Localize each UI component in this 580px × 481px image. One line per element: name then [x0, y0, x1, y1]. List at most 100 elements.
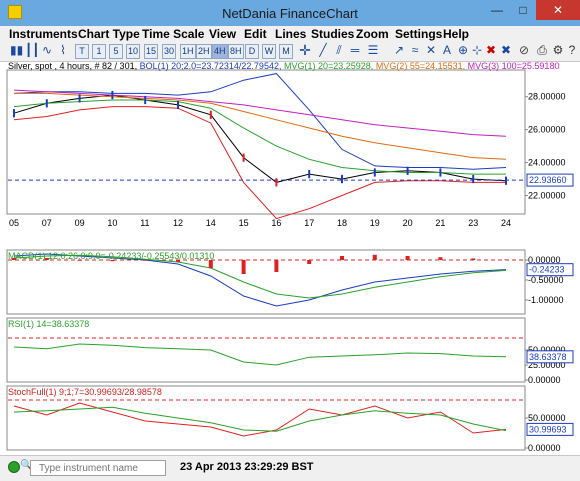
y-tick-label: -0.50000 [528, 275, 564, 285]
y-tick-label: 0.00000 [528, 375, 561, 385]
x-tick-label: 20 [403, 218, 413, 228]
x-tick-label: 09 [75, 218, 85, 228]
timescale-4h-button[interactable]: 4H [212, 44, 228, 59]
y-tick-label: -1.00000 [528, 295, 564, 305]
price-pane-label: Silver, spot , 4 hours, # 82 / 301, BOL(… [8, 61, 559, 71]
erase-icon[interactable]: ⊘ [517, 44, 531, 59]
crosshair-icon[interactable]: ✛ [298, 43, 312, 59]
close-button[interactable]: ✕ [536, 0, 580, 20]
instrument-search-input[interactable] [30, 460, 166, 476]
maximize-button[interactable]: □ [510, 0, 536, 20]
menu-view[interactable]: View [209, 27, 236, 41]
area-chart-icon[interactable]: ⌇ [56, 44, 70, 59]
mvg1-label: MVG(1) 20=23.25928, [283, 61, 374, 71]
print-icon[interactable]: ⎙ [535, 44, 549, 59]
current-value-label: 22.93660 [529, 175, 567, 185]
status-bar: 🔍 23 Apr 2013 23:29:29 BST [0, 455, 580, 481]
timescale-tick-button[interactable]: T [75, 44, 89, 59]
timescale-w-button[interactable]: W [262, 44, 276, 59]
menu-settings[interactable]: Settings [395, 27, 442, 41]
candle-chart-icon[interactable]: ┃┃ [24, 44, 40, 59]
menu-instruments[interactable]: Instruments [9, 27, 78, 41]
y-tick-label: 24.00000 [528, 158, 566, 168]
y-tick-label: 28.00000 [528, 92, 566, 102]
histogram-bar [208, 260, 213, 268]
bar-chart-icon[interactable]: ▮▮ [9, 44, 24, 59]
menu-time-scale[interactable]: Time Scale [142, 27, 204, 41]
x-tick-label: 23 [468, 218, 478, 228]
menu-bar: Instruments Chart Type Time Scale View E… [0, 26, 580, 42]
timescale-1-button[interactable]: 1 [92, 44, 106, 59]
menu-edit[interactable]: Edit [244, 27, 267, 41]
macd-pane-label: MACD(1) 12.0;26.0;9.0=-0.24233/-0.25543/… [8, 251, 215, 261]
timescale-30-button[interactable]: 30 [162, 44, 177, 59]
y-tick-label: 50.00000 [528, 413, 566, 423]
x-tick-label: 07 [42, 218, 52, 228]
channel-icon[interactable]: ⫽ [332, 44, 346, 59]
x-tick-label: 10 [107, 218, 117, 228]
mvg3-label: MVG(3) 100=25.59180 [467, 61, 560, 71]
timescale-8h-button[interactable]: 8H [228, 44, 244, 59]
timescale-15-button[interactable]: 15 [144, 44, 159, 59]
connection-status-icon [8, 461, 20, 473]
current-value-label: -0.24233 [529, 265, 565, 275]
timescale-m-button[interactable]: M [279, 44, 293, 59]
timescale-1h-button[interactable]: 1H [180, 44, 196, 59]
fibonacci-icon[interactable]: ☰ [366, 44, 380, 59]
x-tick-label: 21 [435, 218, 445, 228]
horizontal-line-icon[interactable]: ═ [348, 44, 362, 59]
stoch-pane-label: StochFull(1) 9;1;7=30.99693/28.98578 [8, 387, 162, 397]
histogram-bar [504, 259, 508, 260]
rsi-pane-label: RSI(1) 14=38.63378 [8, 319, 90, 329]
x-tick-label: 24 [501, 218, 511, 228]
chart-area[interactable]: 28.00000 26.00000 24.00000 22.00000 22.93660… [6, 61, 574, 454]
wave-icon[interactable]: ≈ [408, 44, 422, 59]
histogram-bar [241, 260, 246, 274]
info-icon[interactable]: ✖ [499, 44, 513, 59]
x-tick-label: 05 [9, 218, 19, 228]
menu-help[interactable]: Help [443, 27, 469, 41]
x-tick-label: 16 [271, 218, 281, 228]
x-tick-label: 15 [239, 218, 249, 228]
cursor-icon[interactable]: ⊹ [470, 44, 484, 59]
minimize-button[interactable]: — [484, 0, 510, 20]
x-tick-label: 18 [337, 218, 347, 228]
histogram-bar [307, 260, 312, 264]
help-icon[interactable]: ? [565, 44, 579, 59]
histogram-bar [372, 254, 377, 260]
mvg2-label: MVG(2) 55=24.15531, [375, 61, 466, 71]
line-chart-icon[interactable]: ∿ [40, 44, 54, 59]
x-tick-label: 19 [370, 218, 380, 228]
delete-icon[interactable]: ✖ [484, 44, 498, 59]
y-tick-label: 22.00000 [528, 191, 566, 201]
menu-lines[interactable]: Lines [275, 27, 306, 41]
x-tick-label: 11 [140, 218, 149, 228]
timescale-2h-button[interactable]: 2H [196, 44, 212, 59]
menu-zoom[interactable]: Zoom [356, 27, 389, 41]
trendline-icon[interactable]: ╱ [316, 44, 330, 59]
timescale-5-button[interactable]: 5 [109, 44, 123, 59]
timescale-10-button[interactable]: 10 [126, 44, 141, 59]
histogram-bar [438, 257, 443, 260]
menu-chart-type[interactable]: Chart Type [78, 27, 140, 41]
current-value-label: 38.63378 [529, 352, 567, 362]
x-tick-label: 14 [206, 218, 216, 228]
zoom-icon[interactable]: ⊕ [456, 44, 470, 59]
settings-icon[interactable]: ⚙ [551, 44, 565, 59]
timescale-d-button[interactable]: D [245, 44, 259, 59]
cross-line-icon[interactable]: ✕ [424, 44, 438, 59]
y-tick-label: 26.00000 [528, 125, 566, 135]
current-value-label: 30.99693 [529, 424, 567, 434]
toolbar: ▮▮ ┃┃ ∿ ⌇ T 1 5 10 15 30 1H 2H 4H 8H D W… [0, 42, 580, 62]
trend-arrow-icon[interactable]: ↗ [392, 44, 406, 59]
histogram-bar [340, 256, 344, 260]
y-tick-label: 0.00000 [528, 443, 561, 453]
instrument-label: Silver, spot , 4 hours, # 82 / 301, [8, 61, 138, 71]
text-tool-icon[interactable]: A [440, 44, 454, 59]
title-bar: NetDania FinanceChart — □ ✕ [0, 0, 580, 26]
status-timestamp: 23 Apr 2013 23:29:29 BST [180, 461, 314, 473]
bol-label: BOL(1) 20;2.0=23.72314/22.79542, [139, 61, 282, 71]
menu-studies[interactable]: Studies [311, 27, 354, 41]
histogram-bar [471, 258, 476, 260]
histogram-bar [405, 256, 410, 260]
